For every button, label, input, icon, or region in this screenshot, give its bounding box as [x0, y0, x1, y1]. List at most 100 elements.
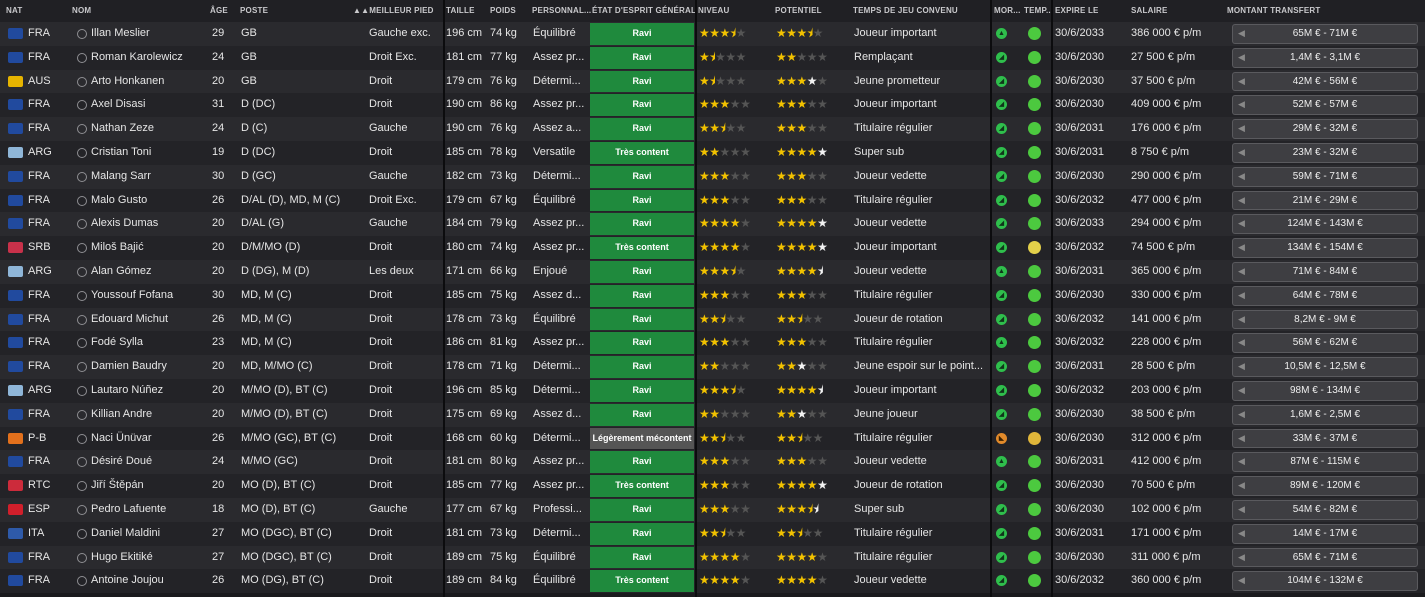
table-row[interactable]: ARG Cristian Toni 19 D (DC) Droit 185 cm 78 kg… [0, 140, 1425, 165]
transfer-value[interactable]: ◀ 71M € - 84M € [1232, 261, 1418, 282]
table-row[interactable]: FRA Malo Gusto 26 D/AL (D), MD, M (C) Droit … [0, 188, 1425, 213]
table-row[interactable]: FRA Malang Sarr 30 D (GC) Gauche 182 cm 73 kg D… [0, 164, 1425, 189]
player-name[interactable]: Antoine Joujou [91, 569, 206, 593]
table-row[interactable]: ARG Alan Gómez 20 D (DG), M (D) Les deux 171 … [0, 259, 1425, 284]
transfer-value[interactable]: ◀ 54M € - 82M € [1232, 499, 1418, 520]
table-row[interactable]: FRA Nathan Zeze 24 D (C) Gauche 190 cm 76 kg As… [0, 117, 1425, 141]
transfer-value[interactable]: ◀ 52M € - 57M € [1232, 95, 1418, 116]
player-name[interactable]: Lautaro Núñez [91, 379, 206, 403]
transfer-value[interactable]: ◀ 134M € - 154M € [1232, 238, 1418, 258]
table-row[interactable]: FRA Killian Andre 20 M/MO (D), BT (C) Droit 1… [0, 402, 1425, 427]
col-header-niveau[interactable]: NIVEAU [698, 6, 729, 15]
player-name[interactable]: Malang Sarr [91, 165, 206, 189]
player-name[interactable]: Arto Honkanen [91, 70, 206, 94]
col-header-age[interactable]: ÂGE [210, 6, 228, 15]
col-header-temps-jeu[interactable]: TEMPS DE JEU CONVENU [853, 6, 958, 15]
col-header-transfert[interactable]: MONTANT TRANSFERT [1227, 6, 1320, 15]
player-name[interactable]: Naci Ünüvar [91, 427, 206, 451]
player-name[interactable]: Killian Andre [91, 403, 206, 427]
player-name[interactable]: Illan Meslier [91, 22, 206, 46]
col-header-taille[interactable]: TAILLE [446, 6, 475, 15]
player-name[interactable]: Axel Disasi [91, 93, 206, 117]
transfer-value[interactable]: ◀ 33M € - 37M € [1232, 428, 1418, 449]
transfer-value[interactable]: ◀ 29M € - 32M € [1232, 119, 1418, 139]
table-row[interactable]: SRB Miloš Bajić 20 D/M/MO (D) Droit 180 cm 74 … [0, 236, 1425, 260]
player-name[interactable]: Cristian Toni [91, 141, 206, 165]
col-header-meilleur-pied[interactable]: ▲▲MEILLEUR PIED [353, 6, 434, 15]
player-name[interactable]: Jiří Štěpán [91, 474, 206, 498]
player-personality: Versatile [533, 145, 576, 158]
transfer-value[interactable]: ◀ 124M € - 143M € [1232, 214, 1418, 235]
col-header-poids[interactable]: POIDS [490, 6, 516, 15]
player-name[interactable]: Nathan Zeze [91, 117, 206, 141]
transfer-value[interactable]: ◀ 65M € - 71M € [1232, 24, 1418, 44]
mood-badge: Ravi [590, 46, 694, 69]
table-row[interactable]: FRA Damien Baudry 20 MD, M/MO (C) Droit 178 c… [0, 355, 1425, 379]
table-row[interactable]: P-B Naci Ünüvar 26 M/MO (GC), BT (C) Droit 16… [0, 426, 1425, 451]
mood-badge: Ravi [590, 332, 694, 355]
table-row[interactable]: AUS Arto Honkanen 20 GB Droit 179 cm 76 kg Déte… [0, 69, 1425, 94]
transfer-value[interactable]: ◀ 64M € - 78M € [1232, 285, 1418, 306]
current-ability-stars: ★★⯨★★ [699, 430, 746, 445]
transfer-value[interactable]: ◀ 87M € - 115M € [1232, 452, 1418, 473]
col-header-nom[interactable]: NOM [72, 6, 91, 15]
happiness-icon [1028, 288, 1041, 302]
player-name[interactable]: Fodé Sylla [91, 331, 206, 355]
chevron-icon: ◀ [1238, 146, 1245, 157]
table-row[interactable]: FRA Edouard Michut 26 MD, M (C) Droit 178 cm 7… [0, 307, 1425, 332]
player-name[interactable]: Miloš Bajić [91, 236, 206, 260]
table-row[interactable]: FRA Fodé Sylla 23 MD, M (C) Droit 186 cm 81 kg… [0, 331, 1425, 356]
table-row[interactable]: FRA Alexis Dumas 20 D/AL (G) Gauche 184 cm 79 … [0, 212, 1425, 237]
transfer-value[interactable]: ◀ 59M € - 71M € [1232, 166, 1418, 187]
transfer-value[interactable]: ◀ 8,2M € - 9M € [1232, 309, 1418, 330]
table-row[interactable]: ESP Pedro Lafuente 18 MO (D), BT (C) Gauche 1… [0, 497, 1425, 522]
person-icon [77, 385, 87, 396]
table-row[interactable]: FRA Illan Meslier 29 GB Gauche exc. 196 cm 74 … [0, 22, 1425, 46]
table-row[interactable]: FRA Axel Disasi 31 D (DC) Droit 190 cm 86 kg As… [0, 93, 1425, 118]
transfer-value[interactable]: ◀ 56M € - 62M € [1232, 333, 1418, 354]
table-row[interactable]: ITA Daniel Maldini 27 MO (DGC), BT (C) Droit… [0, 521, 1425, 546]
transfer-value[interactable]: ◀ 23M € - 32M € [1232, 142, 1418, 163]
transfer-value[interactable]: ◀ 65M € - 71M € [1232, 547, 1418, 568]
table-row[interactable]: FRA Youssouf Fofana 30 MD, M (C) Droit 185 cm… [0, 283, 1425, 308]
col-header-potentiel[interactable]: POTENTIEL [775, 6, 822, 15]
col-header-moral[interactable]: MOR... [994, 6, 1021, 15]
transfer-value[interactable]: ◀ 10,5M € - 12,5M € [1232, 357, 1418, 377]
player-name[interactable]: Désiré Doué [91, 450, 206, 474]
player-weight: 75 kg [490, 550, 517, 563]
col-header-poste[interactable]: POSTE [240, 6, 268, 15]
col-header-etat-esprit[interactable]: ÉTAT D'ESPRIT GÉNÉRAL [592, 6, 696, 15]
col-header-nat[interactable]: NAT [6, 6, 22, 15]
transfer-value[interactable]: ◀ 98M € - 134M € [1232, 380, 1418, 401]
player-name[interactable]: Roman Karolewicz [91, 46, 206, 70]
player-name[interactable]: Alan Gómez [91, 260, 206, 284]
col-header-expire[interactable]: EXPIRE LE [1055, 6, 1099, 15]
transfer-value[interactable]: ◀ 1,6M € - 2,5M € [1232, 404, 1418, 425]
player-name[interactable]: Damien Baudry [91, 355, 206, 379]
col-header-personnalite[interactable]: PERSONNAL... [532, 6, 591, 15]
player-name[interactable]: Edouard Michut [91, 308, 206, 332]
player-personality: Équilibré [533, 27, 576, 39]
transfer-value[interactable]: ◀ 21M € - 29M € [1232, 190, 1418, 211]
table-row[interactable]: FRA Roman Karolewicz 24 GB Droit Exc. 181 cm 7… [0, 45, 1425, 70]
table-row[interactable]: FRA Désiré Doué 24 M/MO (GC) Droit 181 cm 80 k… [0, 450, 1425, 475]
transfer-value[interactable]: ◀ 1,4M € - 3,1M € [1232, 47, 1418, 68]
player-name[interactable]: Pedro Lafuente [91, 498, 206, 522]
transfer-value[interactable]: ◀ 42M € - 56M € [1232, 71, 1418, 92]
table-row[interactable]: RTC Jiří Štěpán 20 MO (D), BT (C) Droit 185 c… [0, 474, 1425, 498]
player-name[interactable]: Alexis Dumas [91, 212, 206, 236]
player-name[interactable]: Malo Gusto [91, 189, 206, 213]
player-name[interactable]: Youssouf Fofana [91, 284, 206, 308]
player-name[interactable]: Hugo Ekitiké [91, 546, 206, 570]
table-row[interactable]: FRA Antoine Joujou 26 MO (DG), BT (C) Droit 1… [0, 569, 1425, 594]
transfer-value[interactable]: ◀ 89M € - 120M € [1232, 476, 1418, 496]
salary: 171 000 € p/m [1131, 526, 1202, 539]
table-row[interactable]: ARG Lautaro Núñez 20 M/MO (D), BT (C) Droit 1… [0, 378, 1425, 403]
transfer-value[interactable]: ◀ 14M € - 17M € [1232, 523, 1418, 544]
col-header-temp[interactable]: TEMP... [1024, 6, 1053, 15]
table-row[interactable]: FRA Hugo Ekitiké 27 MO (DGC), BT (C) Droit 18… [0, 545, 1425, 570]
col-header-salaire[interactable]: SALAIRE [1131, 6, 1168, 15]
transfer-value[interactable]: ◀ 104M € - 132M € [1232, 571, 1418, 592]
player-position: MD, M (C) [241, 312, 292, 325]
player-name[interactable]: Daniel Maldini [91, 522, 206, 546]
